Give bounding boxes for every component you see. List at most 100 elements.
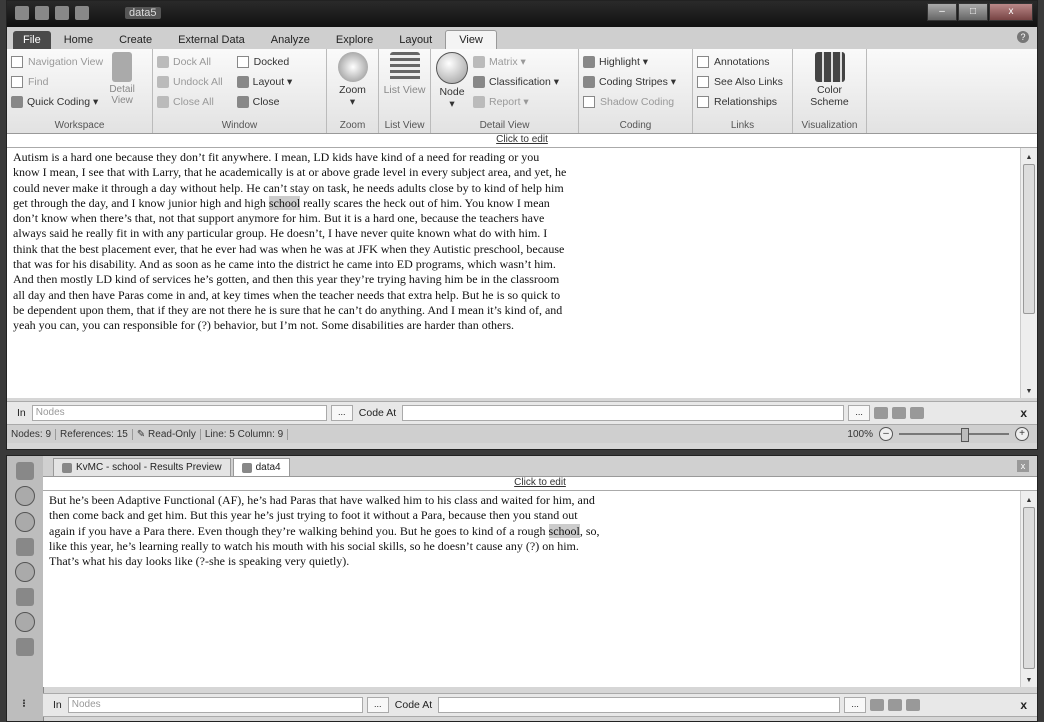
document-pane-upper[interactable]: Autism is a hard one because they don’t …	[7, 148, 1037, 398]
quick-access-toolbar	[15, 6, 89, 20]
sources-icon[interactable]	[16, 462, 34, 480]
folders-icon[interactable]	[16, 638, 34, 656]
see-also-links-checkbox[interactable]: See Also Links	[697, 72, 788, 92]
scroll-down-icon[interactable]: ▼	[1021, 673, 1037, 685]
find-checkbox[interactable]: Find	[11, 72, 103, 92]
code-icon[interactable]	[874, 407, 889, 419]
layout-button[interactable]: Layout ▾	[236, 72, 292, 92]
tab-external-data[interactable]: External Data	[165, 31, 258, 49]
selection-icon[interactable]	[910, 407, 925, 419]
browse-code-button[interactable]: ...	[848, 405, 871, 421]
uncode-icon[interactable]	[892, 407, 907, 419]
tab-home[interactable]: Home	[51, 31, 106, 49]
highlight-button[interactable]: Highlight ▾	[583, 52, 688, 72]
group-list-view: List View List View	[379, 49, 431, 133]
lower-window: ⁝ KvMC - school - Results Preview data4 …	[6, 455, 1038, 722]
close-doc-icon	[236, 96, 249, 108]
tab-create[interactable]: Create	[106, 31, 165, 49]
undo-icon[interactable]	[75, 6, 89, 20]
browse-code-button[interactable]: ...	[844, 697, 867, 713]
zoom-out-button[interactable]: –	[879, 427, 893, 441]
zoom-slider[interactable]	[899, 428, 1009, 442]
minimize-button[interactable]: –	[927, 3, 957, 21]
close-all-button[interactable]: Close All	[157, 92, 223, 112]
nodes-input[interactable]: Nodes	[31, 405, 327, 421]
close-tab-icon[interactable]: x	[1017, 460, 1029, 472]
maximize-button[interactable]: □	[958, 3, 988, 21]
save-icon[interactable]	[35, 6, 49, 20]
classification-button[interactable]: Classification ▾	[473, 72, 559, 92]
help-icon[interactable]: ?	[1017, 31, 1029, 43]
group-label-visualization: Visualization	[801, 120, 858, 131]
status-references: References: 15	[56, 428, 133, 440]
list-view-button[interactable]: List View	[383, 52, 426, 96]
shadow-coding-checkbox[interactable]: Shadow Coding	[583, 92, 688, 112]
close-coding-bar-button[interactable]: x	[1020, 698, 1027, 712]
annotations-checkbox[interactable]: Annotations	[697, 52, 788, 72]
app-icon[interactable]	[15, 6, 29, 20]
collections-icon[interactable]	[16, 538, 34, 556]
edit-icon[interactable]	[55, 6, 69, 20]
matrix-icon	[473, 56, 485, 68]
vertical-scrollbar[interactable]: ▲ ▼	[1020, 491, 1037, 687]
tab-explore[interactable]: Explore	[323, 31, 386, 49]
document-text: Autism is a hard one because they don’t …	[13, 150, 567, 333]
scrollbar-thumb[interactable]	[1023, 164, 1035, 314]
zoom-slider-knob[interactable]	[960, 428, 969, 442]
code-at-input[interactable]	[438, 697, 841, 713]
models-icon[interactable]	[15, 612, 35, 632]
scrollbar-thumb[interactable]	[1023, 507, 1035, 669]
more-nav-icon[interactable]: ⁝	[15, 697, 33, 713]
nodes-icon[interactable]	[15, 486, 35, 506]
relationships-checkbox[interactable]: Relationships	[697, 92, 788, 112]
tab-view[interactable]: View	[445, 30, 497, 49]
close-coding-bar-button[interactable]: x	[1020, 406, 1027, 420]
scroll-up-icon[interactable]: ▲	[1021, 150, 1037, 162]
uncode-icon[interactable]	[888, 699, 903, 711]
click-to-edit-link[interactable]: Click to edit	[43, 477, 1037, 491]
browse-nodes-button[interactable]: ...	[366, 697, 389, 713]
code-icon[interactable]	[870, 699, 885, 711]
checkbox-icon	[697, 96, 709, 108]
reports-icon[interactable]	[16, 588, 34, 606]
node-button[interactable]: Node ▾	[435, 52, 469, 112]
click-to-edit-link[interactable]: Click to edit	[7, 134, 1037, 148]
group-coding: Highlight ▾ Coding Stripes ▾ Shadow Codi…	[579, 49, 693, 133]
matrix-button[interactable]: Matrix ▾	[473, 52, 559, 72]
docked-checkbox[interactable]: Docked	[236, 52, 293, 72]
detail-view-button[interactable]: Detail View	[107, 52, 137, 112]
dock-all-button[interactable]: Dock All	[157, 52, 223, 72]
close-window-button[interactable]: x	[989, 3, 1033, 21]
selection-icon[interactable]	[906, 699, 921, 711]
navigation-view-checkbox[interactable]: Navigation View	[11, 52, 103, 72]
window-controls: – □ x	[927, 3, 1033, 21]
undock-all-button[interactable]: Undock All	[157, 72, 223, 92]
group-workspace: Navigation View Find Quick Coding ▾ Deta…	[7, 49, 153, 133]
window-title: data5	[125, 7, 161, 19]
tab-analyze[interactable]: Analyze	[258, 31, 323, 49]
color-scheme-button[interactable]: Color Scheme	[797, 52, 862, 108]
group-window: Dock All Undock All Close All Docked Lay…	[153, 49, 327, 133]
scroll-up-icon[interactable]: ▲	[1021, 493, 1037, 505]
browse-nodes-button[interactable]: ...	[330, 405, 353, 421]
nodes-input[interactable]: Nodes	[67, 697, 363, 713]
document-pane-lower[interactable]: But he’s been Adaptive Functional (AF), …	[43, 491, 1037, 687]
tab-layout[interactable]: Layout	[386, 31, 445, 49]
quick-coding-button[interactable]: Quick Coding ▾	[11, 92, 103, 112]
highlight-icon	[583, 56, 595, 68]
coding-stripes-button[interactable]: Coding Stripes ▾	[583, 72, 688, 92]
zoom-in-button[interactable]: +	[1015, 427, 1029, 441]
report-button[interactable]: Report ▾	[473, 92, 559, 112]
status-nodes: Nodes: 9	[7, 428, 57, 440]
vertical-scrollbar[interactable]: ▲ ▼	[1020, 148, 1037, 398]
classifications-icon[interactable]	[15, 512, 35, 532]
tab-file[interactable]: File	[13, 31, 51, 49]
queries-icon[interactable]	[15, 562, 35, 582]
tab-data4[interactable]: data4	[232, 458, 290, 476]
document-icon	[241, 462, 252, 473]
code-at-input[interactable]	[402, 405, 845, 421]
tab-results-preview[interactable]: KvMC - school - Results Preview	[53, 458, 231, 476]
close-button[interactable]: Close	[236, 92, 293, 112]
scroll-down-icon[interactable]: ▼	[1021, 384, 1037, 396]
zoom-button[interactable]: Zoom ▾	[331, 52, 374, 108]
